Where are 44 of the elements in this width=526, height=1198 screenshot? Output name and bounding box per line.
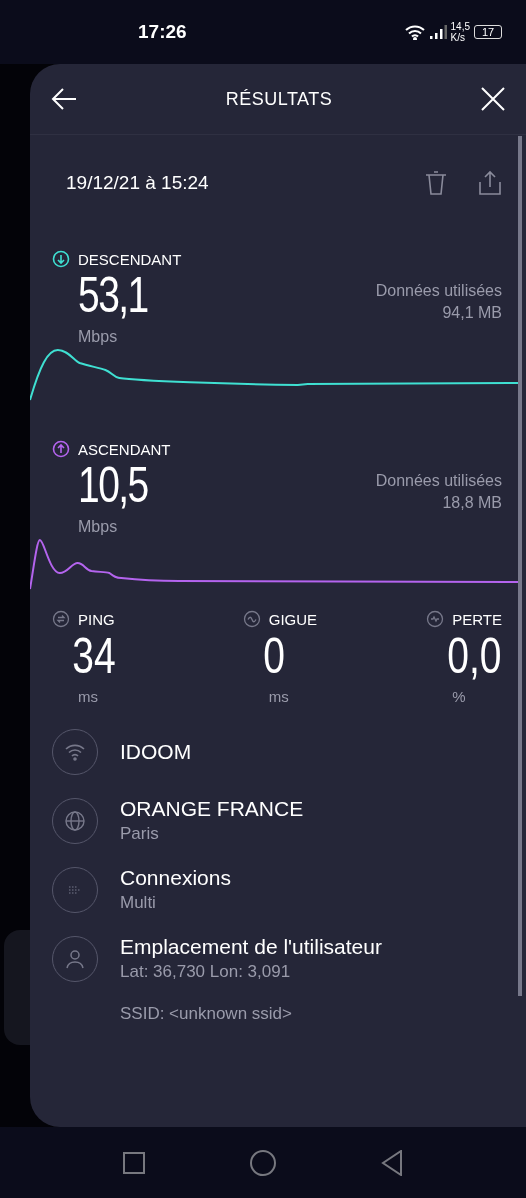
- metric-value: 0,0: [447, 628, 502, 684]
- wifi-icon: [64, 743, 86, 761]
- metric-value: 0: [262, 628, 286, 684]
- share-button[interactable]: [478, 170, 502, 196]
- globe-icon: [64, 809, 86, 832]
- speed-unit: Mbps: [78, 518, 119, 536]
- back-button[interactable]: [50, 87, 78, 111]
- speed-unit: Mbps: [78, 328, 119, 346]
- result-label: DESCENDANT: [78, 250, 182, 268]
- metric-label: PING: [78, 610, 115, 628]
- swap-arrows-icon: [52, 610, 70, 628]
- data-used: Données utilisées 18,8 MB: [375, 471, 502, 513]
- metric-value: 34: [71, 628, 116, 684]
- metric-unit: %: [452, 688, 466, 705]
- speed-value: 53,1: [78, 268, 148, 322]
- delete-button[interactable]: [424, 170, 448, 196]
- metric-label: GIGUE: [268, 610, 318, 628]
- detail-title: ORANGE FRANCE: [120, 797, 304, 821]
- detail-title: Emplacement de l'utilisateur: [120, 935, 382, 959]
- test-date: 19/12/21 à 15:24: [66, 172, 209, 194]
- metric-unit: ms: [267, 688, 290, 705]
- close-button[interactable]: [480, 86, 506, 112]
- detail-title: IDOOM: [120, 740, 192, 764]
- ssid-text: SSID: <unknown ssid>: [119, 1003, 293, 1024]
- back-nav-button[interactable]: [381, 1149, 403, 1176]
- home-button[interactable]: [250, 1149, 276, 1176]
- result-label: ASCENDANT: [78, 440, 171, 458]
- recents-button[interactable]: [123, 1151, 145, 1174]
- metric-label: PERTE: [452, 610, 502, 628]
- cell-signal-icon: [428, 25, 447, 39]
- status-time: 17:26: [138, 21, 187, 43]
- detail-title: Connexions: [120, 866, 231, 890]
- network-speed: 14,5 K/s: [450, 21, 470, 43]
- detail-subtitle: Multi: [120, 893, 157, 913]
- data-used: Données utilisées 94,1 MB: [375, 281, 502, 323]
- speed-value: 10,5: [78, 458, 148, 512]
- metric-unit: ms: [77, 688, 99, 705]
- detail-subtitle: Lat: 36,730 Lon: 3,091: [120, 962, 292, 982]
- battery-level: 17: [474, 25, 502, 39]
- wave-icon: [242, 610, 261, 628]
- wifi-signal-icon: [404, 24, 425, 40]
- page-title: RÉSULTATS: [225, 88, 333, 110]
- detail-subtitle: Paris: [120, 824, 160, 844]
- pulse-icon: [426, 610, 445, 628]
